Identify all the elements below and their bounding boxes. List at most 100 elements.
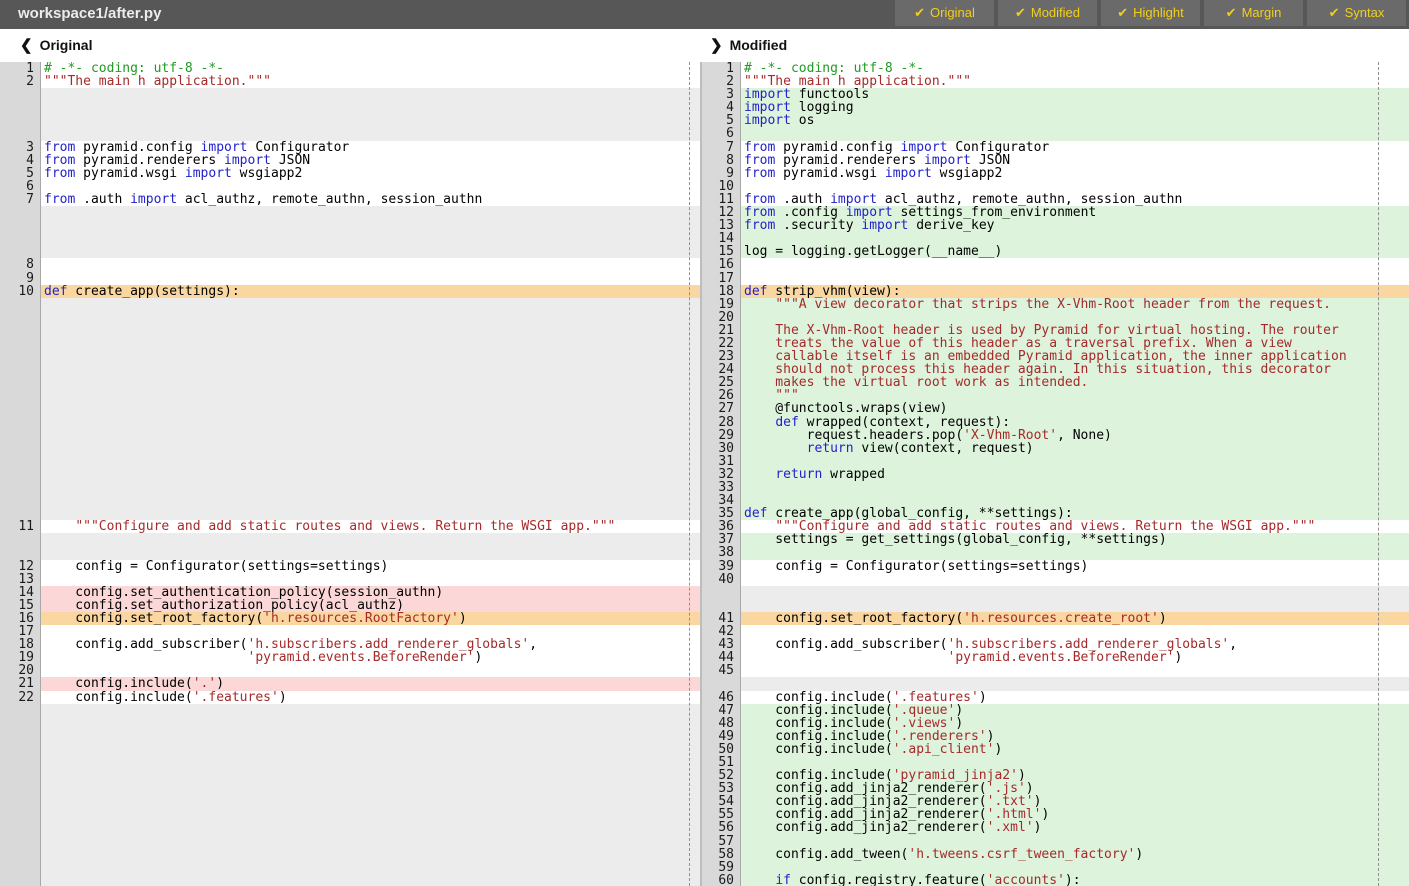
code-line[interactable] — [741, 481, 1409, 494]
code-line[interactable]: from pyramid.wsgi import wsgiapp2 — [741, 167, 1409, 180]
code-line[interactable]: settings = get_settings(global_config, *… — [741, 533, 1409, 546]
code-row — [0, 298, 700, 311]
line-number: 21 — [700, 324, 741, 337]
code-line[interactable]: return view(context, request) — [741, 442, 1409, 455]
line-number: 46 — [700, 691, 741, 704]
code-line[interactable]: def create_app(settings): — [41, 285, 700, 298]
code-line[interactable]: config.set_root_factory('h.resources.cre… — [741, 612, 1409, 625]
code-row — [0, 848, 700, 861]
filler-line — [41, 730, 700, 743]
code-line[interactable]: 'pyramid.events.BeforeRender') — [41, 651, 700, 664]
line-number — [0, 481, 41, 494]
code-line[interactable] — [741, 664, 1409, 677]
code-line[interactable]: config.set_root_factory('h.resources.Roo… — [41, 612, 700, 625]
filler-line — [41, 848, 700, 861]
code-row — [0, 206, 700, 219]
code-line[interactable]: return wrapped — [741, 468, 1409, 481]
code-line[interactable]: """Configure and add static routes and v… — [41, 520, 700, 533]
code-line[interactable]: config = Configurator(settings=settings) — [741, 560, 1409, 573]
line-number: 58 — [700, 848, 741, 861]
toolbar-button-modified[interactable]: ✔Modified — [998, 0, 1097, 26]
line-number: 3 — [700, 88, 741, 101]
line-number — [0, 389, 41, 402]
code-line[interactable]: 'pyramid.events.BeforeRender') — [741, 651, 1409, 664]
filler-line — [41, 808, 700, 821]
filler-line — [41, 311, 700, 324]
line-number: 47 — [700, 704, 741, 717]
line-number: 38 — [700, 546, 741, 559]
code-row: 9from pyramid.wsgi import wsgiapp2 — [700, 167, 1409, 180]
line-number — [0, 756, 41, 769]
filler-line — [741, 586, 1409, 599]
code-line[interactable]: if config.registry.feature('accounts'): — [741, 874, 1409, 886]
filler-line — [41, 769, 700, 782]
code-line[interactable]: """A view decorator that strips the X-Vh… — [741, 298, 1409, 311]
line-number: 7 — [0, 193, 41, 206]
pane-header-modified: ❯Modified — [710, 36, 787, 54]
code-line[interactable] — [741, 258, 1409, 271]
code-row — [0, 743, 700, 756]
filler-line — [41, 861, 700, 874]
line-number: 3 — [0, 141, 41, 154]
filler-line — [41, 298, 700, 311]
code-row — [0, 363, 700, 376]
code-row — [0, 704, 700, 717]
code-line[interactable] — [41, 258, 700, 271]
code-row — [0, 821, 700, 834]
code-line[interactable]: config = Configurator(settings=settings) — [41, 560, 700, 573]
code-line[interactable]: import logging — [741, 101, 1409, 114]
chevron-right-icon: ❯ — [710, 37, 723, 54]
code-row: 40 — [700, 573, 1409, 586]
line-number — [0, 402, 41, 415]
code-line[interactable]: import os — [741, 114, 1409, 127]
code-line[interactable]: config.add_tween('h.tweens.csrf_tween_fa… — [741, 848, 1409, 861]
line-number: 21 — [0, 677, 41, 690]
filler-line — [41, 206, 700, 219]
code-row — [0, 311, 700, 324]
code-line[interactable]: config.add_jinja2_renderer('.xml') — [741, 821, 1409, 834]
line-number: 13 — [0, 573, 41, 586]
line-number: 28 — [700, 416, 741, 429]
line-number — [0, 704, 41, 717]
code-row — [0, 219, 700, 232]
code-row: 56 config.add_jinja2_renderer('.xml') — [700, 821, 1409, 834]
filler-line — [41, 782, 700, 795]
code-row: 16 config.set_root_factory('h.resources.… — [0, 612, 700, 625]
filler-line — [41, 874, 700, 886]
code-line[interactable]: config.include('.features') — [41, 691, 700, 704]
line-number: 4 — [700, 101, 741, 114]
line-number: 1 — [0, 62, 41, 75]
line-number — [0, 808, 41, 821]
code-row: 2"""The main h application.""" — [0, 75, 700, 88]
code-row: 32 return wrapped — [700, 468, 1409, 481]
line-number — [0, 848, 41, 861]
code-row: 7from .auth import acl_authz, remote_aut… — [0, 193, 700, 206]
line-number — [0, 376, 41, 389]
line-number: 45 — [700, 664, 741, 677]
toolbar-button-syntax[interactable]: ✔Syntax — [1307, 0, 1406, 26]
code-line[interactable]: makes the virtual root work as intended. — [741, 376, 1409, 389]
code-row: 22 config.include('.features') — [0, 691, 700, 704]
code-line[interactable]: config.include('.api_client') — [741, 743, 1409, 756]
code-line[interactable]: from pyramid.wsgi import wsgiapp2 — [41, 167, 700, 180]
checkmark-icon: ✔ — [1117, 5, 1128, 20]
line-number — [0, 795, 41, 808]
filler-line — [41, 101, 700, 114]
code-row: 5import os — [700, 114, 1409, 127]
code-row — [0, 468, 700, 481]
code-line[interactable] — [741, 573, 1409, 586]
code-row: 58 config.add_tween('h.tweens.csrf_tween… — [700, 848, 1409, 861]
code-line[interactable]: from .auth import acl_authz, remote_auth… — [41, 193, 700, 206]
line-number: 30 — [700, 442, 741, 455]
window-titlebar: workspace1/after.py ✔Original✔Modified✔H… — [0, 0, 1409, 29]
toolbar-button-original[interactable]: ✔Original — [895, 0, 994, 26]
code-line[interactable]: from .security import derive_key — [741, 219, 1409, 232]
toolbar-button-margin[interactable]: ✔Margin — [1204, 0, 1303, 26]
toolbar-button-highlight[interactable]: ✔Highlight — [1101, 0, 1200, 26]
line-number — [0, 821, 41, 834]
code-line[interactable]: """The main h application.""" — [41, 75, 700, 88]
code-row: 16 — [700, 258, 1409, 271]
code-row: 19 """A view decorator that strips the X… — [700, 298, 1409, 311]
code-line[interactable]: log = logging.getLogger(__name__) — [741, 245, 1409, 258]
line-number — [0, 219, 41, 232]
